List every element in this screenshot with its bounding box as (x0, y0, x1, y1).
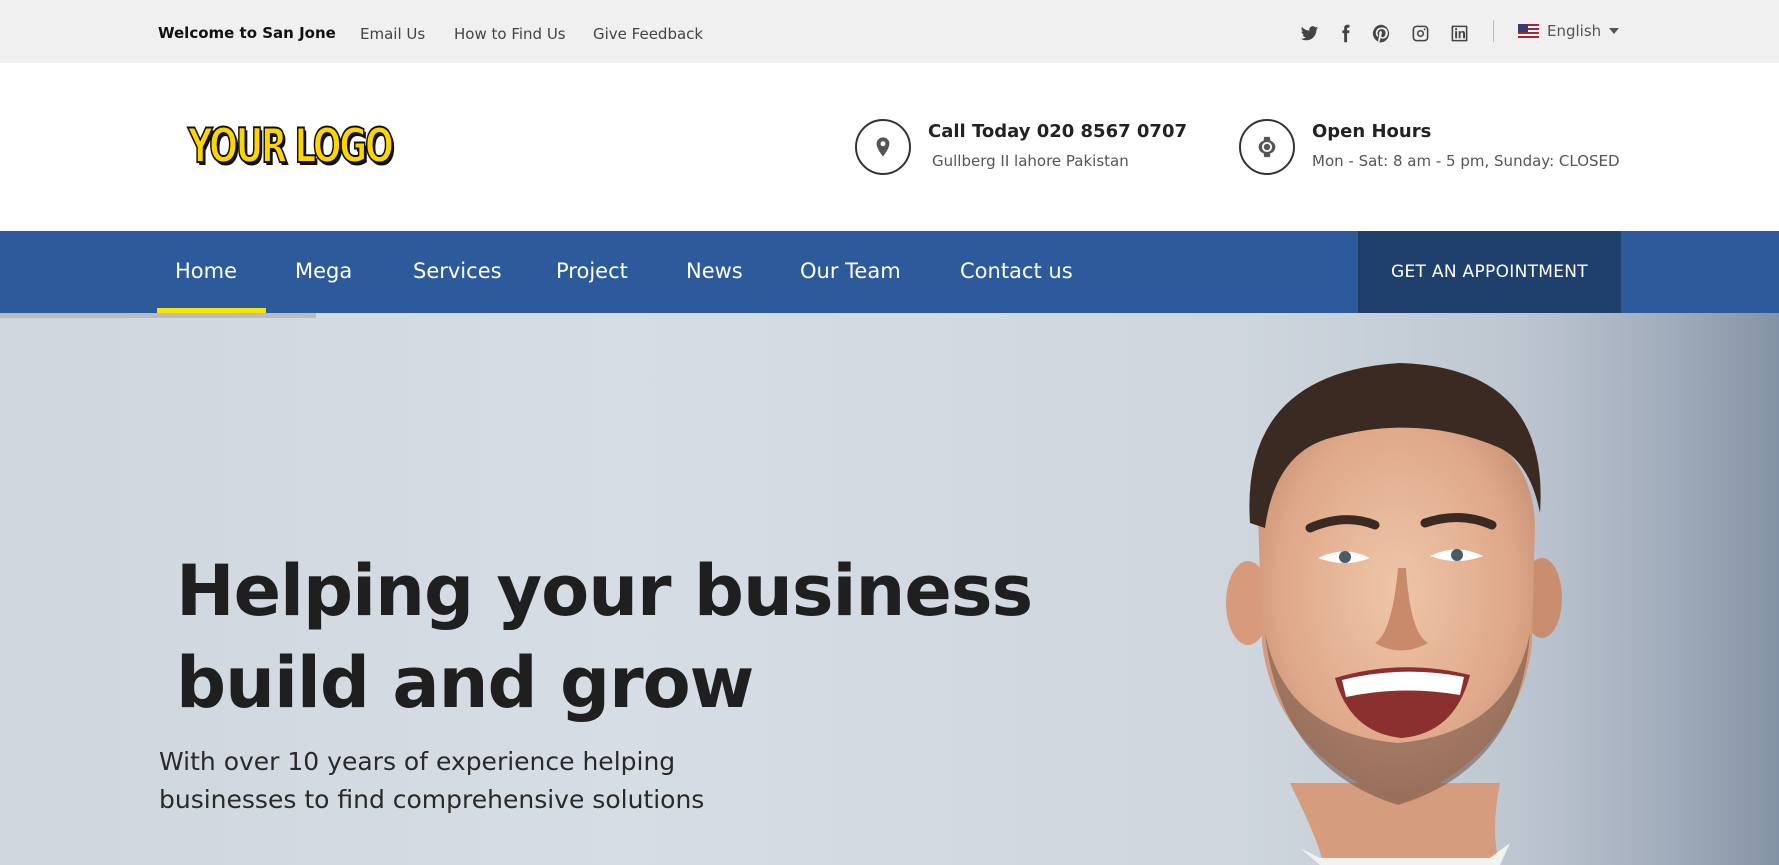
slider-progress-bar (0, 313, 316, 318)
email-us-link[interactable]: Email Us (360, 25, 425, 43)
nav-item-news[interactable]: News (686, 259, 743, 283)
open-hours-text: Mon - Sat: 8 am - 5 pm, Sunday: CLOSED (1312, 152, 1620, 170)
address-text: Gullberg II lahore Pakistan (932, 152, 1129, 170)
main-nav: Home Mega Services Project News Our Team… (0, 231, 1779, 313)
us-flag-icon (1518, 24, 1539, 38)
language-label: English (1547, 22, 1602, 40)
welcome-text: Welcome to San Jone (158, 24, 336, 42)
get-appointment-button[interactable]: GET AN APPOINTMENT (1358, 231, 1621, 313)
hero-subtitle-line-1: With over 10 years of experience helping (159, 747, 676, 776)
nav-item-services[interactable]: Services (413, 259, 502, 283)
hero-subtitle-line-2: businesses to find comprehensive solutio… (159, 785, 705, 814)
chevron-down-icon (1609, 28, 1620, 34)
call-today-title: Call Today 020 8567 0707 (928, 121, 1187, 142)
site-header: YOUR LOGO Call Today 020 8567 0707 Gullb… (0, 63, 1779, 231)
hero-title: Helping your business build and grow (176, 545, 1033, 729)
facebook-icon[interactable] (1334, 22, 1356, 44)
hero-person-image (1226, 313, 1779, 865)
language-selector[interactable]: English (1518, 22, 1620, 40)
twitter-icon[interactable] (1298, 22, 1320, 44)
topbar-divider (1493, 20, 1494, 42)
open-hours-title: Open Hours (1312, 121, 1432, 142)
linkedin-icon[interactable] (1448, 22, 1470, 44)
nav-item-mega[interactable]: Mega (295, 259, 352, 283)
nav-item-contact-us[interactable]: Contact us (960, 259, 1073, 283)
hero-section: Helping your business build and grow Wit… (0, 313, 1779, 865)
how-to-find-us-link[interactable]: How to Find Us (454, 25, 566, 43)
top-bar: Welcome to San Jone Email Us How to Find… (0, 0, 1779, 63)
hero-subtitle: With over 10 years of experience helping… (159, 743, 704, 819)
pinterest-icon[interactable] (1370, 22, 1392, 44)
hero-title-line-1: Helping your business (176, 550, 1033, 632)
nav-item-our-team[interactable]: Our Team (800, 259, 901, 283)
watch-icon (1239, 119, 1295, 175)
instagram-icon[interactable] (1409, 22, 1431, 44)
hero-title-line-2: build and grow (176, 642, 754, 724)
give-feedback-link[interactable]: Give Feedback (593, 25, 703, 43)
location-pin-icon (855, 119, 911, 175)
site-logo[interactable]: YOUR LOGO (187, 118, 394, 175)
nav-item-project[interactable]: Project (556, 259, 628, 283)
nav-item-home[interactable]: Home (175, 259, 237, 283)
